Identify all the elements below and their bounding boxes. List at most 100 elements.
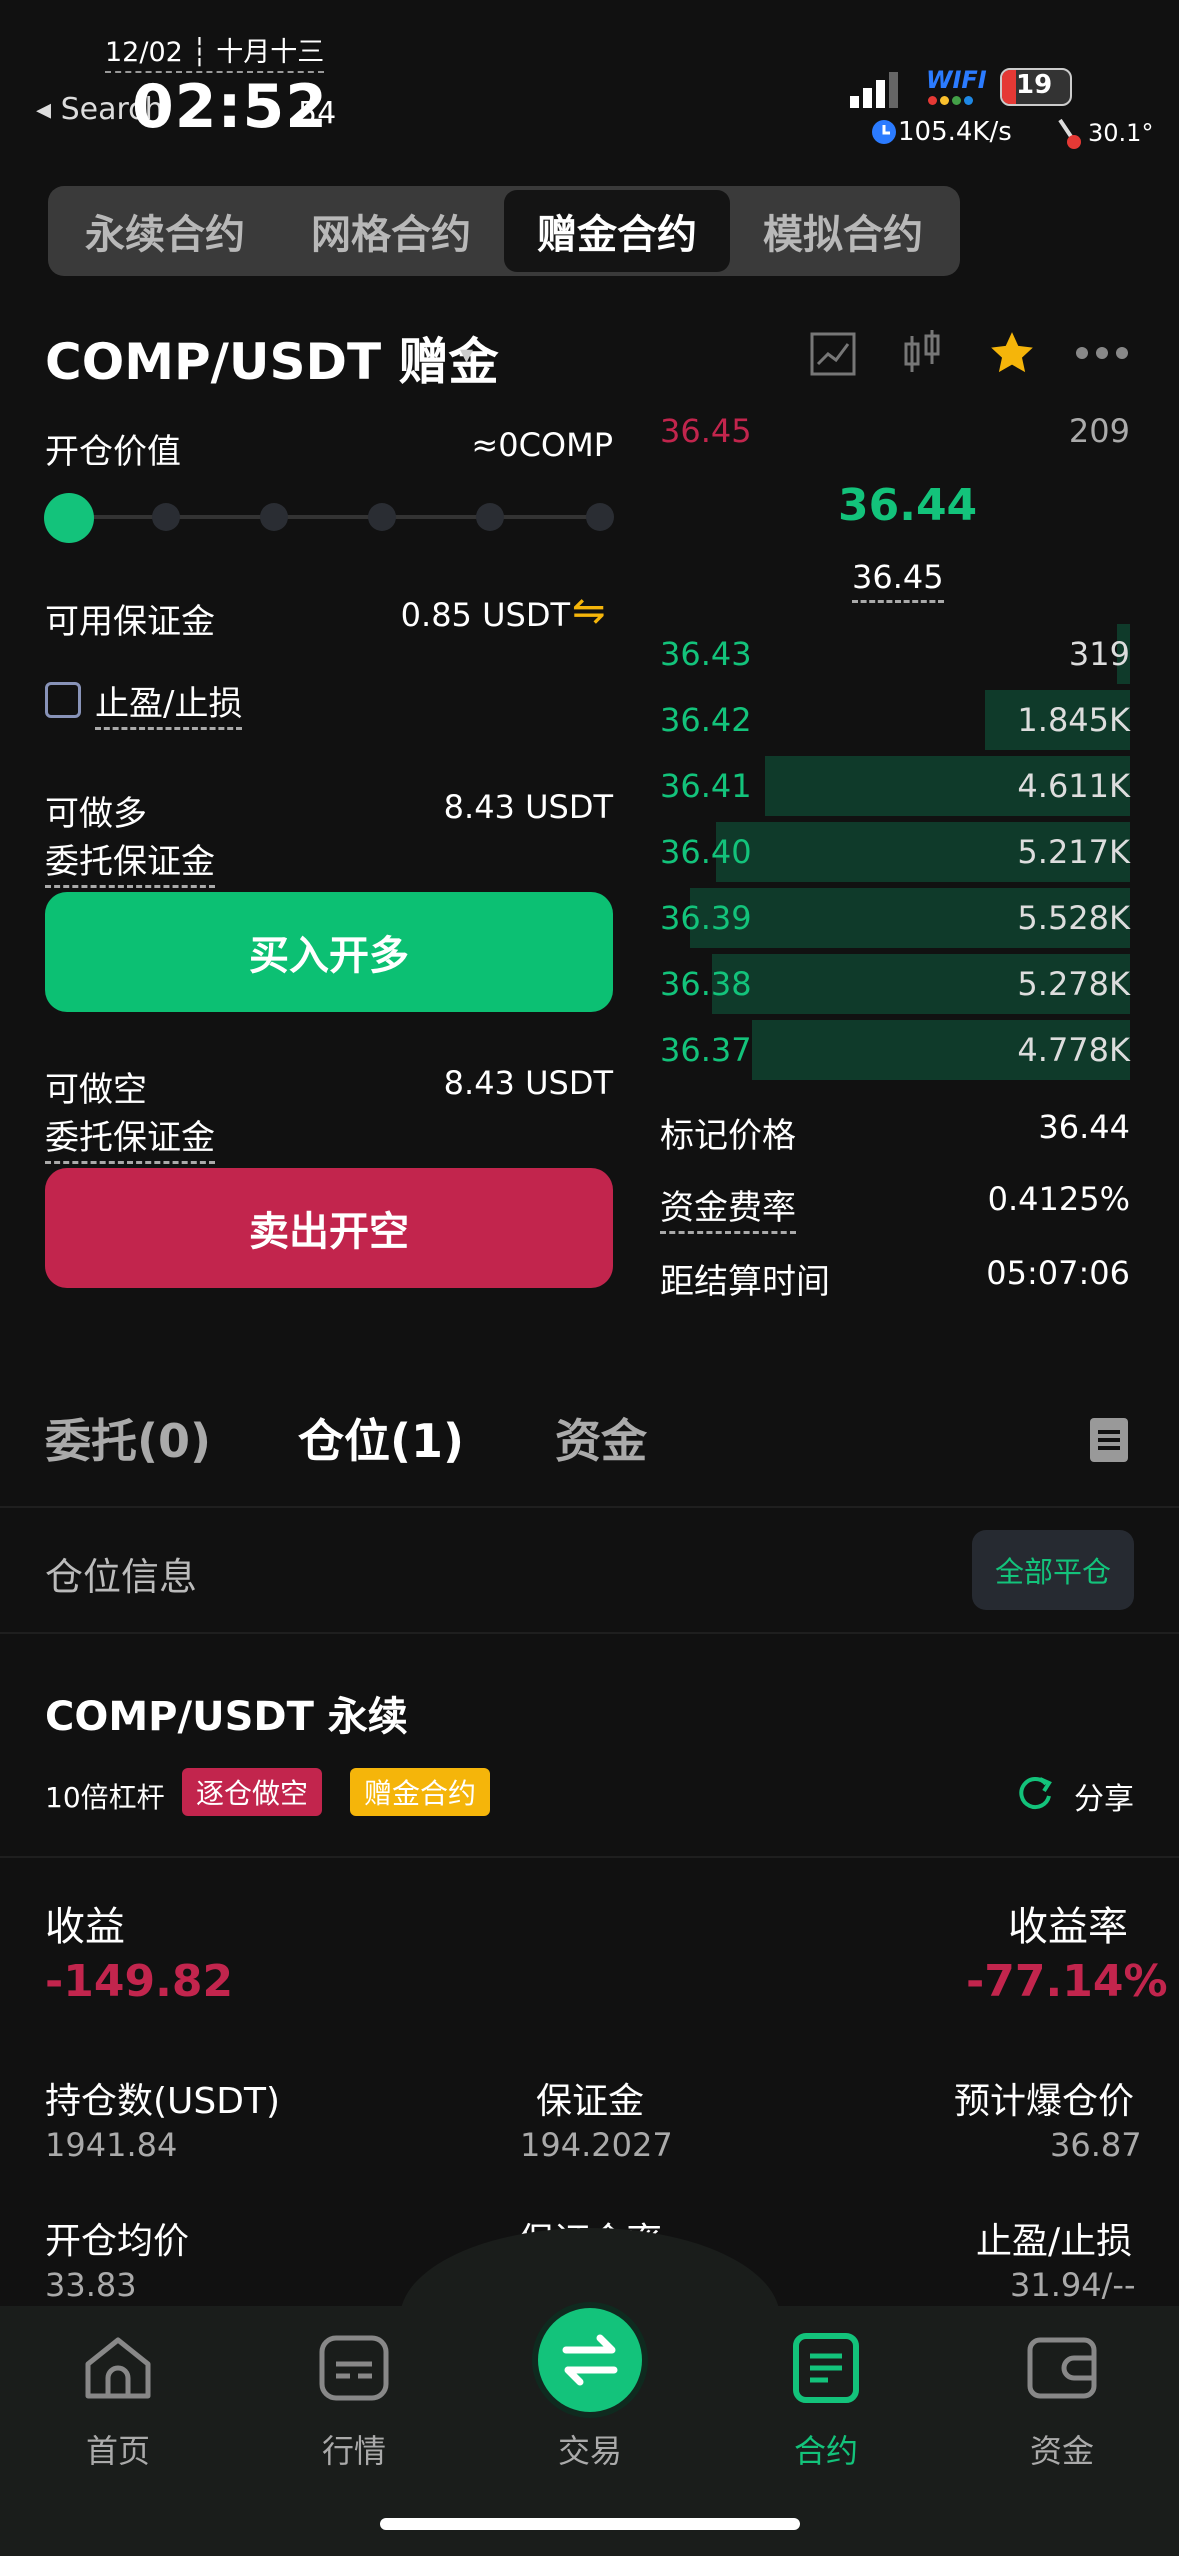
market-icon (319, 2335, 389, 2401)
pnl-value: -149.82 (45, 1956, 234, 2007)
ask-amount: 209 (1068, 412, 1130, 450)
tab-grid[interactable]: 网格合约 (278, 190, 504, 272)
liq-price-label: 预计爆仓价 (954, 2081, 1135, 2122)
slider-step[interactable] (586, 503, 614, 531)
star-favorite-icon[interactable] (986, 328, 1038, 378)
home-indicator[interactable] (380, 2518, 800, 2530)
close-all-button[interactable]: 全部平仓 (972, 1530, 1134, 1610)
bid-row[interactable]: 36.38 5.278K (660, 952, 1130, 1016)
share-icon[interactable] (1016, 1774, 1054, 1812)
long-available-label: 可做多 (45, 794, 147, 834)
status-date: 12/02 ┆ 十月十三 (105, 30, 325, 73)
slider-step[interactable] (152, 503, 180, 531)
leverage-slider-handle[interactable] (44, 493, 94, 543)
trade-swap-icon (532, 2302, 648, 2418)
bid-row[interactable]: 36.37 4.778K (660, 1018, 1130, 1082)
buy-open-long-button[interactable]: 买入开多 (45, 892, 613, 1012)
nav-trade[interactable]: 交易 (472, 2300, 708, 2472)
slider-step[interactable] (260, 503, 288, 531)
tab-positions[interactable]: 仓位(1) (298, 1405, 464, 1471)
funding-rate-label[interactable]: 资金费率 (660, 1180, 796, 1234)
available-margin-value: 0.85 USDT (400, 596, 570, 634)
candlestick-icon[interactable] (900, 328, 944, 378)
divider (0, 1632, 1179, 1634)
bid-row[interactable]: 36.39 5.528K (660, 886, 1130, 950)
tpsl-label[interactable]: 止盈/止损 (95, 676, 243, 730)
status-seconds: 54 (298, 96, 337, 131)
tpsl-position-value: 31.94/-- (1010, 2266, 1136, 2304)
size-label: 持仓数(USDT) (45, 2081, 281, 2122)
settlement-label: 距结算时间 (660, 1262, 830, 1302)
bid-price: 36.43 (660, 635, 752, 673)
entry-price-value: 33.83 (45, 2266, 137, 2304)
margin-label: 保证金 (536, 2081, 645, 2122)
line-chart-icon[interactable] (810, 332, 856, 376)
bid-price: 36.39 (660, 899, 752, 937)
settlement-row: 距结算时间 05:07:06 (660, 1254, 1130, 1303)
short-available-label: 可做空 (45, 1070, 147, 1110)
entry-price-label: 开仓均价 (45, 2221, 190, 2262)
pair-title[interactable]: COMP/USDT 赠金 (45, 322, 499, 394)
tab-demo[interactable]: 模拟合约 (730, 190, 956, 272)
divider (0, 1506, 1179, 1508)
nav-contract[interactable]: 合约 (708, 2330, 944, 2472)
signal-icon (850, 72, 898, 108)
slider-step[interactable] (368, 503, 396, 531)
orderbook-ask-row[interactable]: 36.45 209 (660, 402, 1130, 450)
bid-row[interactable]: 36.41 4.611K (660, 754, 1130, 818)
bid-amount: 5.528K (1017, 899, 1130, 937)
wifi-dots (928, 96, 973, 105)
tpsl-position-label: 止盈/止损 (976, 2221, 1133, 2262)
bid-amount: 4.611K (1017, 767, 1130, 805)
tab-perpetual[interactable]: 永续合约 (52, 190, 278, 272)
bid-price: 36.40 (660, 833, 752, 871)
tab-bonus[interactable]: 赠金合约 (504, 190, 730, 272)
wallet-icon (1027, 2337, 1097, 2399)
temperature: 30.1° (1088, 119, 1154, 147)
roe-label: 收益率 (1008, 1904, 1128, 1950)
mark-price-value: 36.44 (1038, 1108, 1130, 1146)
slider-step[interactable] (476, 503, 504, 531)
transfer-icon[interactable]: ⇋ (572, 588, 606, 634)
divider (0, 1856, 1179, 1858)
sell-open-short-button[interactable]: 卖出开空 (45, 1168, 613, 1288)
thermometer-icon (1058, 118, 1081, 149)
more-icon[interactable] (1074, 345, 1130, 361)
size-value: 1941.84 (45, 2126, 178, 2164)
margin-mode-tag: 逐仓做空 (182, 1768, 323, 1816)
mark-price-row: 标记价格 36.44 (660, 1108, 1130, 1157)
tab-funds[interactable]: 资金 (555, 1405, 647, 1471)
bid-row[interactable]: 36.43 319 (660, 622, 1130, 686)
bid-amount: 4.778K (1017, 1031, 1130, 1069)
nav-home[interactable]: 首页 (0, 2330, 236, 2472)
share-label[interactable]: 分享 (1074, 1774, 1134, 1818)
margin-value: 194.2027 (520, 2126, 673, 2164)
bid-amount: 319 (1068, 635, 1130, 673)
bid-row[interactable]: 36.42 1.845K (660, 688, 1130, 752)
settlement-value: 05:07:06 (986, 1254, 1130, 1292)
position-info-title: 仓位信息 (45, 1555, 198, 1599)
bonus-contract-tag: 赠金合约 (350, 1768, 491, 1816)
tpsl-checkbox[interactable] (45, 682, 81, 718)
nav-market[interactable]: 行情 (236, 2330, 472, 2472)
mark-price-small: 36.45 (852, 558, 944, 603)
bid-amount: 5.217K (1017, 833, 1130, 871)
battery-icon: 19 (1000, 68, 1072, 106)
long-order-margin-label[interactable]: 委托保证金 (45, 834, 215, 888)
position-symbol[interactable]: COMP/USDT 永续 (45, 1684, 408, 1742)
leverage-slider-track[interactable] (68, 515, 604, 519)
bid-price: 36.41 (660, 767, 752, 805)
bid-amount: 5.278K (1017, 965, 1130, 1003)
bid-amount: 1.845K (1017, 701, 1130, 739)
contract-type-tabs: 永续合约 网格合约 赠金合约 模拟合约 (48, 186, 960, 276)
short-available-value: 8.43 USDT (443, 1064, 613, 1102)
tab-orders[interactable]: 委托(0) (45, 1405, 211, 1471)
short-order-margin-label[interactable]: 委托保证金 (45, 1110, 215, 1164)
chevron-down-icon[interactable]: ▾ (460, 340, 473, 370)
long-available-value: 8.43 USDT (443, 788, 613, 826)
bid-row[interactable]: 36.40 5.217K (660, 820, 1130, 884)
funding-rate-row[interactable]: 资金费率 0.4125% (660, 1180, 1130, 1234)
nav-wallet[interactable]: 资金 (944, 2330, 1179, 2472)
pnl-label: 收益 (45, 1904, 125, 1950)
list-icon[interactable] (1090, 1418, 1128, 1462)
